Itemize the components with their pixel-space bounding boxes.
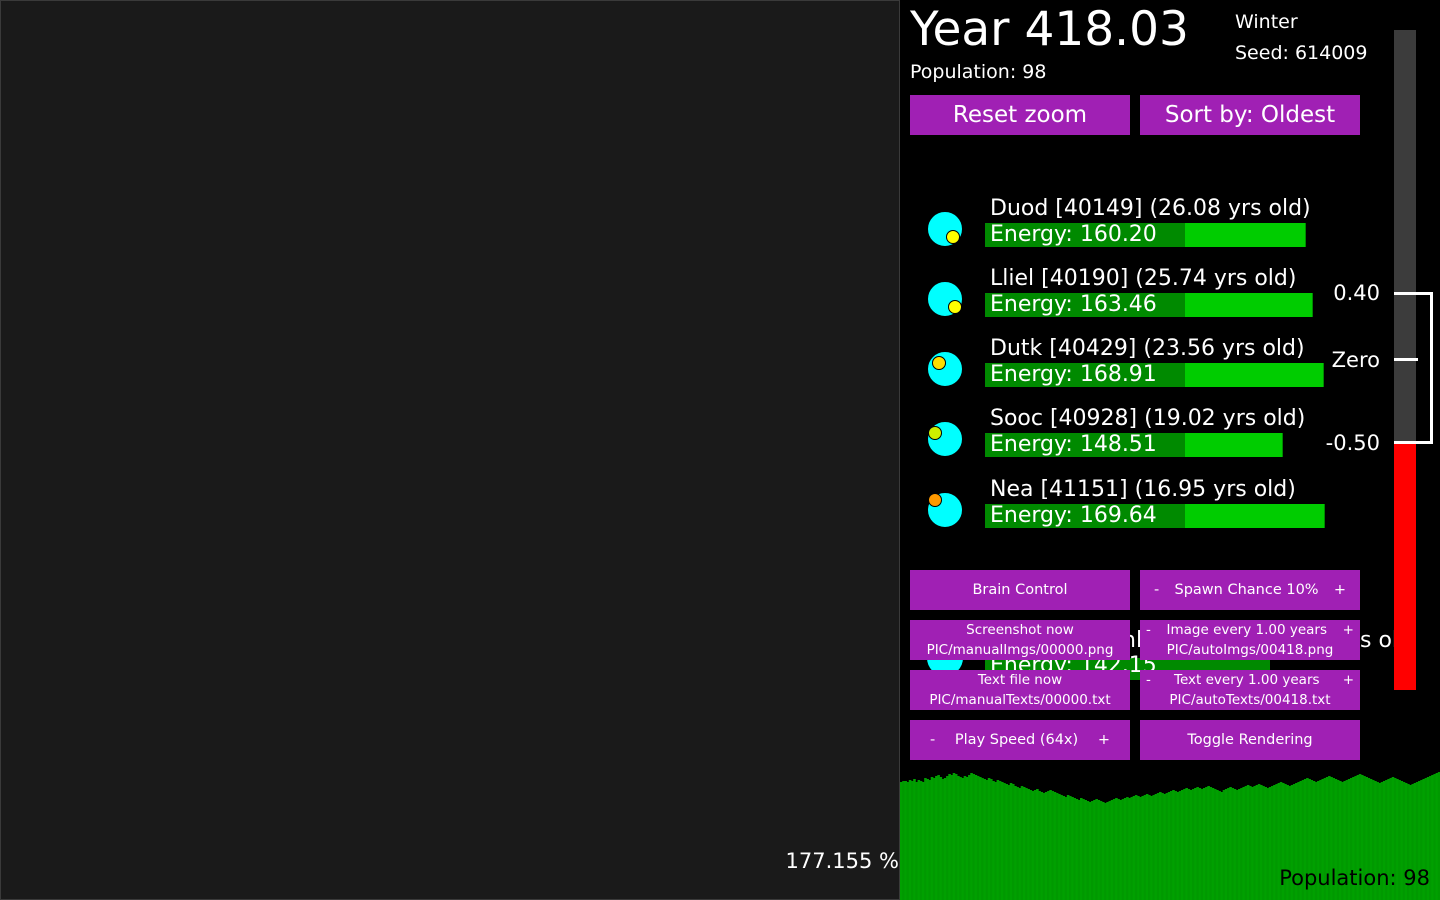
screenshot-path: PIC/manualImgs/00000.png (926, 642, 1114, 658)
text-interval-label: Text every 1.00 years (1174, 672, 1320, 688)
text-file-now-button[interactable]: Text file now PIC/manualTexts/00000.txt (910, 670, 1130, 710)
creature-energy-bar: Energy: 168.91 (985, 363, 1324, 387)
world-viewport[interactable]: 177.155 % (0, 0, 900, 900)
image-interval-label: Image every 1.00 years (1166, 622, 1328, 638)
creature-name: Sooc [40928] (19.02 yrs old) (990, 406, 1306, 431)
season-label: Winter (1235, 11, 1298, 33)
creature-mouth (928, 426, 942, 440)
creature-energy-label: Energy: 148.51 (990, 432, 1157, 457)
play-speed-decrease-button[interactable]: - (930, 720, 935, 760)
population-count: Population: 98 (910, 61, 1047, 83)
creature-name: Duod [40149] (26.08 yrs old) (990, 196, 1311, 221)
creature-name: Dutk [40429] (23.56 yrs old) (990, 336, 1305, 361)
creature-entry[interactable]: Duod [40149] (26.08 yrs old) Energy: 160.… (900, 195, 1340, 255)
image-interval-control: - Image every 1.00 years + PIC/autoImgs/… (1140, 620, 1360, 660)
creature-entry[interactable]: Nea [41151] (16.95 yrs old) Energy: 169.6… (900, 476, 1340, 536)
spawn-chance-increase-button[interactable]: + (1334, 570, 1346, 610)
creature-mouth (928, 493, 942, 507)
creature-mouth (932, 356, 946, 370)
reset-zoom-button[interactable]: Reset zoom (910, 95, 1130, 135)
year-display: Year 418.03 (910, 2, 1189, 57)
thermometer-zero-label: Zero (1331, 348, 1380, 372)
creature-energy-bar: Energy: 148.51 (985, 433, 1283, 457)
creature-energy-label: Energy: 163.46 (990, 292, 1157, 317)
text-file-label: Text file now (977, 672, 1063, 688)
thermometer-min-label: -0.50 (1325, 431, 1380, 455)
sort-by-button[interactable]: Sort by: Oldest (1140, 95, 1360, 135)
creature-body (927, 421, 963, 457)
thermometer-zero-tick (1394, 358, 1418, 361)
creature-energy-fill (1185, 223, 1305, 247)
seed-label: Seed: 614009 (1235, 42, 1368, 64)
creature-entry[interactable]: Lliel [40190] (25.74 yrs old) Energy: 163… (900, 265, 1340, 325)
thermometer-max-tick (1394, 292, 1433, 295)
text-interval-control: - Text every 1.00 years + PIC/autoTexts/… (1140, 670, 1360, 710)
creature-body (927, 351, 963, 387)
thermometer-range-bracket (1430, 293, 1433, 443)
creature-name: Nea [41151] (16.95 yrs old) (990, 477, 1296, 502)
creature-energy-bar: Energy: 169.64 (985, 504, 1325, 528)
play-speed-label: Play Speed (64x) (954, 732, 1079, 748)
image-interval-decrease-button[interactable]: - (1146, 620, 1151, 640)
creature-energy-fill (1185, 504, 1324, 528)
toggle-rendering-button[interactable]: Toggle Rendering (1140, 720, 1360, 760)
creature-entry[interactable]: Sooc [40928] (19.02 yrs old) Energy: 148.… (900, 405, 1340, 465)
creature-body (927, 281, 963, 317)
spawn-chance-control: - Spawn Chance 10% + (1140, 570, 1360, 610)
temperature-fill (1394, 442, 1416, 690)
brain-control-button[interactable]: Brain Control (910, 570, 1130, 610)
creature-energy-label: Energy: 168.91 (990, 362, 1157, 387)
creature-energy-fill (1185, 433, 1282, 457)
creature-energy-label: Energy: 160.20 (990, 222, 1157, 247)
creature-body (927, 211, 963, 247)
creature-energy-bar: Energy: 163.46 (985, 293, 1313, 317)
text-interval-path: PIC/autoTexts/00418.txt (1169, 692, 1331, 708)
image-interval-increase-button[interactable]: + (1343, 620, 1354, 640)
creature-mouth (948, 300, 962, 314)
image-interval-path: PIC/autoImgs/00418.png (1166, 642, 1334, 658)
text-interval-increase-button[interactable]: + (1343, 670, 1354, 690)
spawn-chance-label: Spawn Chance 10% (1174, 582, 1319, 598)
screenshot-label: Screenshot now (966, 622, 1074, 638)
play-speed-increase-button[interactable]: + (1098, 720, 1110, 760)
creature-entry[interactable]: Dutk [40429] (23.56 yrs old) Energy: 168.… (900, 335, 1340, 395)
text-interval-decrease-button[interactable]: - (1146, 670, 1151, 690)
screenshot-now-button[interactable]: Screenshot now PIC/manualImgs/00000.png (910, 620, 1130, 660)
text-file-path: PIC/manualTexts/00000.txt (929, 692, 1111, 708)
population-footer: Population: 98 (1279, 866, 1430, 890)
spawn-chance-decrease-button[interactable]: - (1154, 570, 1159, 610)
zoom-percentage: 177.155 % (785, 849, 899, 873)
creature-energy-bar: Energy: 160.20 (985, 223, 1306, 247)
info-panel: Year 418.03 Population: 98 Winter Seed: … (900, 0, 1440, 900)
creature-body (927, 492, 963, 528)
creature-energy-label: Energy: 169.64 (990, 503, 1157, 528)
thermometer-max-label: 0.40 (1333, 281, 1380, 305)
play-speed-control: - Play Speed (64x) + (910, 720, 1130, 760)
creature-name: Lliel [40190] (25.74 yrs old) (990, 266, 1297, 291)
creature-mouth (946, 230, 960, 244)
thermometer-min-tick (1394, 441, 1433, 444)
